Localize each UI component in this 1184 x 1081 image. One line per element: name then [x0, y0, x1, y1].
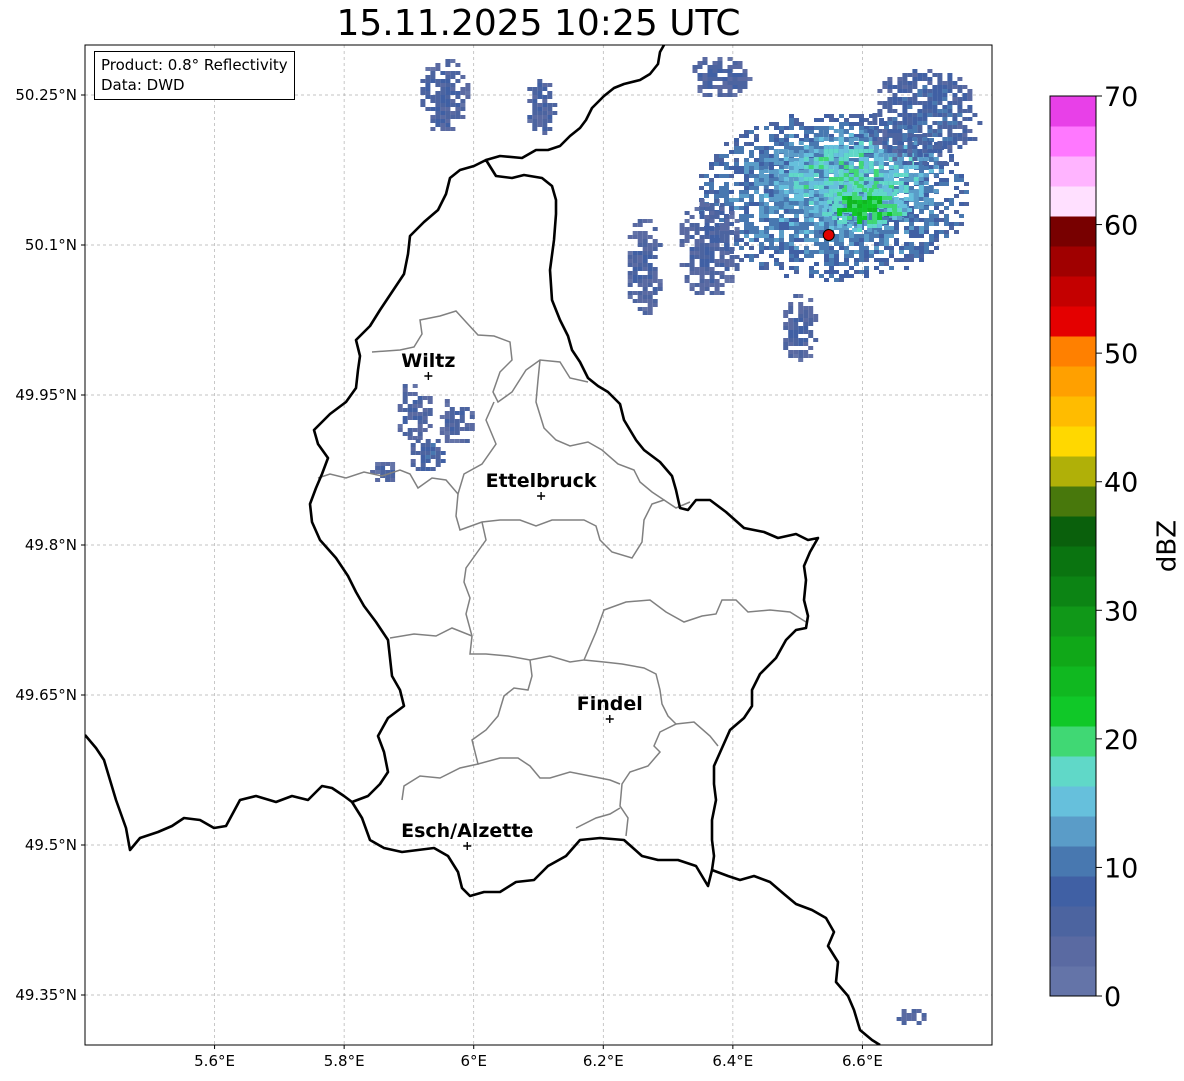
colorbar-segment — [1050, 786, 1096, 817]
colorbar-segment — [1050, 276, 1096, 307]
colorbar-tick-label: 60 — [1104, 211, 1138, 242]
colorbar-segment — [1050, 96, 1096, 127]
colorbar-tick-label: 30 — [1104, 596, 1138, 627]
colorbar-tick-label: 50 — [1104, 339, 1138, 370]
colorbar-segment — [1050, 756, 1096, 787]
colorbar-segment — [1050, 936, 1096, 967]
colorbar-segment — [1050, 486, 1096, 517]
colorbar-segment — [1050, 666, 1096, 697]
colorbar-segment — [1050, 246, 1096, 277]
colorbar-segment — [1050, 156, 1096, 187]
colorbar-segment — [1050, 696, 1096, 727]
colorbar-tick-label: 0 — [1104, 982, 1121, 1013]
colorbar-segment — [1050, 906, 1096, 937]
colorbar-segment — [1050, 306, 1096, 337]
colorbar-segment — [1050, 636, 1096, 667]
colorbar-segment — [1050, 546, 1096, 577]
colorbar-segment — [1050, 816, 1096, 847]
colorbar-segment — [1050, 516, 1096, 547]
colorbar-segment — [1050, 456, 1096, 487]
colorbar-segment — [1050, 426, 1096, 457]
colorbar-segment — [1050, 396, 1096, 427]
colorbar-segment — [1050, 846, 1096, 877]
colorbar-segment — [1050, 126, 1096, 157]
colorbar-ticks: 0 10 20 30 40 50 60 70 — [1096, 82, 1138, 1013]
colorbar-tick-label: 40 — [1104, 468, 1138, 499]
colorbar: 0 10 20 30 40 50 60 70 dBZ — [1049, 82, 1183, 1013]
colorbar-label: dBZ — [1153, 520, 1183, 572]
colorbar-segment — [1050, 726, 1096, 757]
colorbar-segment — [1050, 366, 1096, 397]
colorbar-tick-label: 10 — [1104, 853, 1138, 884]
colorbar-segments — [1050, 96, 1096, 997]
colorbar-segment — [1050, 576, 1096, 607]
colorbar-segment — [1050, 606, 1096, 637]
colorbar-segment — [1050, 186, 1096, 217]
colorbar-segment — [1050, 876, 1096, 907]
colorbar-segment — [1050, 216, 1096, 247]
colorbar-segment — [1050, 336, 1096, 367]
colorbar-tick-label: 70 — [1104, 82, 1138, 113]
colorbar-segment — [1050, 966, 1096, 997]
colorbar-tick-label: 20 — [1104, 725, 1138, 756]
